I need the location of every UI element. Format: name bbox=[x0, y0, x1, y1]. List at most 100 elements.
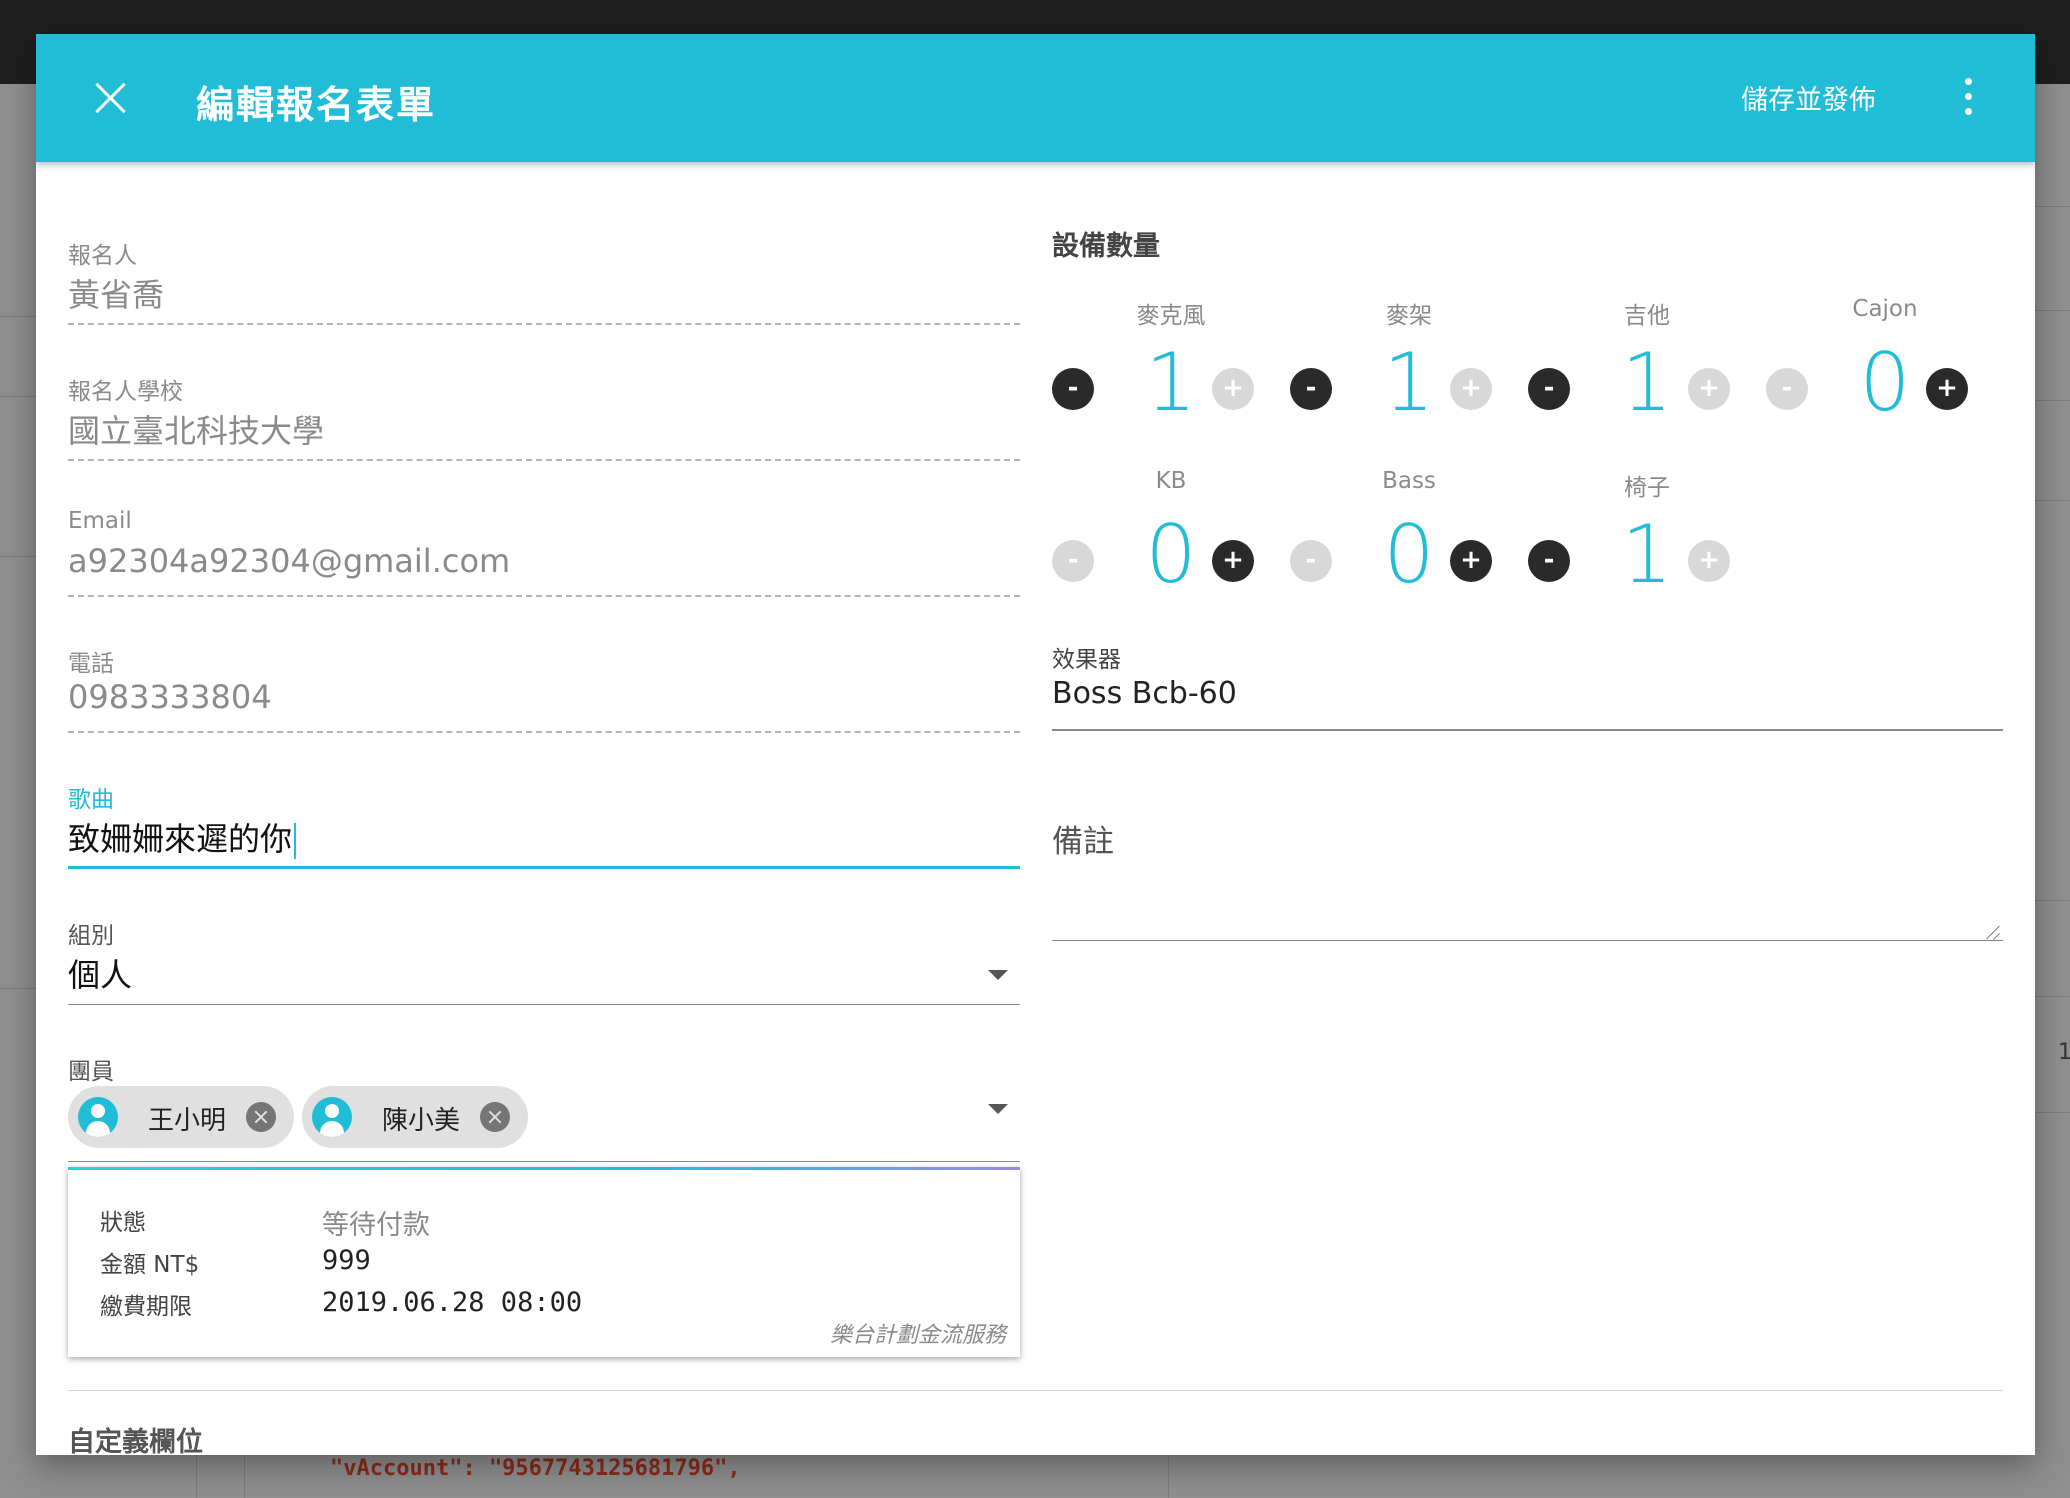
member-chip[interactable]: 陳小美 bbox=[302, 1086, 528, 1148]
equipment-count: 1 bbox=[1621, 336, 1673, 429]
background-divider bbox=[2035, 400, 2070, 401]
equipment-count: 0 bbox=[1859, 336, 1911, 429]
resize-grip-icon[interactable] bbox=[1986, 924, 2002, 940]
decrement-button[interactable]: - bbox=[1528, 368, 1570, 410]
edit-registration-dialog: 編輯報名表單 儲存並發佈 報名人 黃省喬 報名人學校 國立臺北科技大學 Emai… bbox=[36, 34, 2035, 1455]
equipment-label: Cajon bbox=[1852, 296, 1918, 322]
payment-status-label: 狀態 bbox=[100, 1210, 146, 1236]
decrement-button[interactable]: - bbox=[1766, 368, 1808, 410]
member-chip-label: 王小明 bbox=[148, 1106, 227, 1136]
background-divider bbox=[1168, 1455, 1169, 1498]
increment-button[interactable]: + bbox=[1688, 540, 1730, 582]
email-field: Email a92304a92304@gmail.com bbox=[68, 472, 1020, 602]
field-underline bbox=[68, 731, 1020, 733]
members-select[interactable]: 團員 王小明 陳小美 bbox=[68, 1016, 1020, 1166]
payment-status-card: 狀態 等待付款 金額 NT$ 999 繳費期限 2019.06.28 08:00… bbox=[68, 1167, 1020, 1357]
equipment-count: 0 bbox=[1145, 508, 1197, 601]
decrement-button[interactable]: - bbox=[1052, 540, 1094, 582]
field-underline bbox=[1052, 729, 2003, 731]
increment-button[interactable]: + bbox=[1212, 368, 1254, 410]
background-divider bbox=[0, 396, 36, 397]
dialog-title: 編輯報名表單 bbox=[196, 83, 437, 127]
song-input[interactable]: 歌曲 致姍姍來遲的你 bbox=[68, 744, 1020, 874]
payment-amount-value: 999 bbox=[322, 1245, 371, 1276]
background-code-line: "vAccount": "9567743125681796", bbox=[330, 1456, 741, 1481]
dialog-toolbar: 編輯報名表單 儲存並發佈 bbox=[36, 34, 2035, 162]
payment-deadline-label: 繳費期限 bbox=[100, 1294, 192, 1320]
equipment-label: 麥克風 bbox=[1136, 303, 1206, 329]
decrement-button[interactable]: - bbox=[1290, 540, 1332, 582]
cancel-icon[interactable] bbox=[246, 1102, 276, 1132]
school-label: 報名人學校 bbox=[68, 379, 183, 405]
increment-button[interactable]: + bbox=[1450, 540, 1492, 582]
applicant-value: 黃省喬 bbox=[68, 276, 165, 314]
background-divider bbox=[2035, 206, 2070, 207]
field-underline bbox=[68, 595, 1020, 597]
increment-button[interactable]: + bbox=[1212, 540, 1254, 582]
effects-label: 效果器 bbox=[1052, 647, 1121, 673]
background-divider bbox=[2035, 996, 2070, 997]
arrow-drop-down-icon[interactable] bbox=[988, 1104, 1008, 1114]
background-divider bbox=[0, 988, 36, 989]
background-divider bbox=[2035, 1112, 2070, 1113]
field-underline-active bbox=[68, 866, 1020, 869]
payment-service-footer: 樂台計劃金流服務 bbox=[829, 1323, 1006, 1348]
background-divider bbox=[0, 316, 36, 317]
field-underline bbox=[68, 1004, 1020, 1005]
equipment-count: 1 bbox=[1621, 508, 1673, 601]
custom-fields-title: 自定義欄位 bbox=[68, 1427, 203, 1455]
school-field: 報名人學校 國立臺北科技大學 bbox=[68, 336, 1020, 466]
phone-label: 電話 bbox=[68, 651, 114, 677]
school-value: 國立臺北科技大學 bbox=[68, 412, 325, 450]
cancel-icon[interactable] bbox=[480, 1102, 510, 1132]
arrow-drop-down-icon[interactable] bbox=[988, 970, 1008, 980]
equipment-label: 椅子 bbox=[1624, 475, 1670, 501]
background-divider bbox=[0, 556, 36, 557]
background-divider bbox=[2035, 900, 2070, 901]
payment-deadline-value: 2019.06.28 08:00 bbox=[322, 1287, 583, 1318]
increment-button[interactable]: + bbox=[1688, 368, 1730, 410]
close-icon[interactable] bbox=[86, 74, 134, 122]
equipment-count: 1 bbox=[1145, 336, 1197, 429]
more-vert-icon[interactable] bbox=[1960, 78, 1976, 118]
account-circle-icon bbox=[78, 1097, 118, 1137]
song-value-wrap: 致姍姍來遲的你 bbox=[68, 814, 297, 860]
member-chip[interactable]: 王小明 bbox=[68, 1086, 294, 1148]
section-divider bbox=[68, 1390, 2003, 1391]
text-caret bbox=[294, 823, 297, 859]
account-circle-icon bbox=[312, 1097, 352, 1137]
equipment-label: KB bbox=[1155, 468, 1187, 494]
email-label: Email bbox=[68, 508, 132, 534]
phone-value: 0983333804 bbox=[68, 678, 272, 716]
field-underline bbox=[68, 323, 1020, 325]
decrement-button[interactable]: - bbox=[1290, 368, 1332, 410]
increment-button[interactable]: + bbox=[1450, 368, 1492, 410]
card-accent-bar bbox=[68, 1167, 1020, 1170]
notes-textarea[interactable]: 備註 bbox=[1052, 816, 1114, 861]
equipment-count: 0 bbox=[1383, 508, 1435, 601]
background-text: 1 bbox=[2058, 1040, 2070, 1065]
increment-button[interactable]: + bbox=[1926, 368, 1968, 410]
equipment-label: Bass bbox=[1382, 468, 1436, 494]
field-underline bbox=[1052, 940, 2003, 941]
effects-input[interactable]: Boss Bcb-60 bbox=[1052, 676, 1237, 711]
field-underline bbox=[68, 459, 1020, 461]
group-label: 組別 bbox=[68, 923, 114, 949]
decrement-button[interactable]: - bbox=[1528, 540, 1570, 582]
background-divider bbox=[196, 1455, 197, 1498]
group-select[interactable]: 組別 個人 bbox=[68, 880, 1020, 1010]
background-divider bbox=[2035, 500, 2070, 501]
equipment-count: 1 bbox=[1383, 336, 1435, 429]
background-divider bbox=[244, 1455, 245, 1498]
equipment-label: 吉他 bbox=[1624, 303, 1670, 329]
applicant-label: 報名人 bbox=[68, 243, 137, 269]
decrement-button[interactable]: - bbox=[1052, 368, 1094, 410]
save-and-publish-button[interactable]: 儲存並發佈 bbox=[1741, 78, 1876, 117]
equipment-title: 設備數量 bbox=[1052, 231, 1160, 262]
email-value: a92304a92304@gmail.com bbox=[68, 542, 511, 580]
payment-amount-label: 金額 NT$ bbox=[100, 1252, 200, 1278]
applicant-field: 報名人 黃省喬 bbox=[68, 200, 1020, 330]
members-label: 團員 bbox=[68, 1059, 114, 1085]
song-label: 歌曲 bbox=[68, 787, 114, 813]
payment-status-value: 等待付款 bbox=[322, 1210, 430, 1241]
